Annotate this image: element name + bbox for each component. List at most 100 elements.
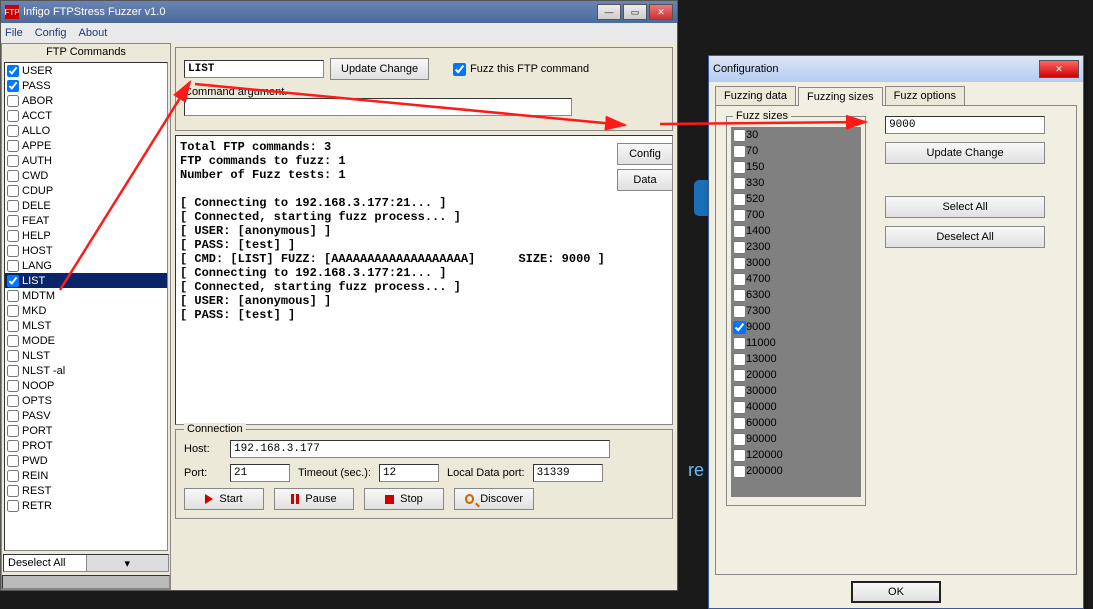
ftp-command-row[interactable]: NLST xyxy=(5,348,167,363)
tab-fuzz-options[interactable]: Fuzz options xyxy=(885,86,965,105)
ftp-command-checkbox[interactable] xyxy=(7,215,19,227)
ftp-command-checkbox[interactable] xyxy=(7,395,19,407)
minimize-button[interactable]: — xyxy=(597,4,621,20)
fuzz-size-row[interactable]: 20000 xyxy=(731,367,861,383)
ftp-command-checkbox[interactable] xyxy=(7,125,19,137)
ok-button[interactable]: OK xyxy=(851,581,941,603)
ftp-command-row[interactable]: CDUP xyxy=(5,183,167,198)
fuzz-size-checkbox[interactable] xyxy=(733,401,746,414)
ftp-command-checkbox[interactable] xyxy=(7,350,19,362)
command-argument-input[interactable] xyxy=(184,98,572,116)
ftp-command-row[interactable]: USER xyxy=(5,63,167,78)
ftp-command-checkbox[interactable] xyxy=(7,185,19,197)
ftp-command-row[interactable]: PASV xyxy=(5,408,167,423)
fuzz-size-checkbox[interactable] xyxy=(733,257,746,270)
fuzz-size-row[interactable]: 2300 xyxy=(731,239,861,255)
fuzz-size-row[interactable]: 520 xyxy=(731,191,861,207)
log-output[interactable]: Total FTP commands: 3 FTP commands to fu… xyxy=(175,135,673,425)
ftp-command-checkbox[interactable] xyxy=(7,290,19,302)
fuzz-size-row[interactable]: 30000 xyxy=(731,383,861,399)
fuzz-size-row[interactable]: 6300 xyxy=(731,287,861,303)
ftp-command-checkbox[interactable] xyxy=(7,230,19,242)
fuzz-size-checkbox[interactable] xyxy=(733,353,746,366)
ftp-command-checkbox[interactable] xyxy=(7,335,19,347)
localport-input[interactable] xyxy=(533,464,603,482)
config-button[interactable]: Config xyxy=(617,143,673,165)
ftp-command-checkbox[interactable] xyxy=(7,80,19,92)
ftp-command-row[interactable]: PROT xyxy=(5,438,167,453)
ftp-command-checkbox[interactable] xyxy=(7,140,19,152)
fuzz-command-checkbox-input[interactable] xyxy=(453,63,466,76)
ftp-command-row[interactable]: DELE xyxy=(5,198,167,213)
fuzz-size-checkbox[interactable] xyxy=(733,209,746,222)
fuzz-size-checkbox[interactable] xyxy=(733,225,746,238)
tab-fuzzing-data[interactable]: Fuzzing data xyxy=(715,86,796,105)
ftp-command-checkbox[interactable] xyxy=(7,485,19,497)
ftp-command-checkbox[interactable] xyxy=(7,320,19,332)
fuzz-sizes-list[interactable]: 3070150330520700140023003000470063007300… xyxy=(731,127,861,497)
ftp-command-checkbox[interactable] xyxy=(7,95,19,107)
ftp-command-row[interactable]: LANG xyxy=(5,258,167,273)
ftp-command-checkbox[interactable] xyxy=(7,440,19,452)
host-input[interactable] xyxy=(230,440,610,458)
fuzz-size-checkbox[interactable] xyxy=(733,417,746,430)
menu-about[interactable]: About xyxy=(79,27,108,39)
ftp-command-row[interactable]: HOST xyxy=(5,243,167,258)
command-input[interactable] xyxy=(184,60,324,78)
fuzz-size-row[interactable]: 120000 xyxy=(731,447,861,463)
fuzz-size-checkbox[interactable] xyxy=(733,273,746,286)
ftp-command-checkbox[interactable] xyxy=(7,455,19,467)
fuzz-command-checkbox[interactable]: Fuzz this FTP command xyxy=(453,63,589,76)
ftp-command-row[interactable]: REIN xyxy=(5,468,167,483)
fuzz-size-row[interactable]: 60000 xyxy=(731,415,861,431)
fuzz-size-row[interactable]: 4700 xyxy=(731,271,861,287)
config-titlebar[interactable]: Configuration ✕ xyxy=(709,56,1083,82)
ftp-commands-list[interactable]: USERPASSABORACCTALLOAPPEAUTHCWDCDUPDELEF… xyxy=(4,62,168,551)
discover-button[interactable]: Discover xyxy=(454,488,534,510)
ftp-command-row[interactable]: APPE xyxy=(5,138,167,153)
fuzz-size-checkbox[interactable] xyxy=(733,337,746,350)
fuzz-size-checkbox[interactable] xyxy=(733,289,746,302)
ftp-command-row[interactable]: FEAT xyxy=(5,213,167,228)
ftp-command-row[interactable]: ABOR xyxy=(5,93,167,108)
ftp-command-row[interactable]: CWD xyxy=(5,168,167,183)
fuzz-size-checkbox[interactable] xyxy=(733,193,746,206)
update-change-button[interactable]: Update Change xyxy=(330,58,429,80)
fuzz-size-row[interactable]: 70 xyxy=(731,143,861,159)
fuzz-size-row[interactable]: 3000 xyxy=(731,255,861,271)
fuzz-size-row[interactable]: 7300 xyxy=(731,303,861,319)
fuzz-size-row[interactable]: 90000 xyxy=(731,431,861,447)
fuzz-size-row[interactable]: 150 xyxy=(731,159,861,175)
ftp-command-row[interactable]: NOOP xyxy=(5,378,167,393)
tab-fuzzing-sizes[interactable]: Fuzzing sizes xyxy=(798,87,883,106)
fuzz-size-checkbox[interactable] xyxy=(733,369,746,382)
select-all-button[interactable]: Select All xyxy=(885,196,1045,218)
ftp-command-checkbox[interactable] xyxy=(7,470,19,482)
data-button[interactable]: Data xyxy=(617,169,673,191)
fuzz-size-checkbox[interactable] xyxy=(733,385,746,398)
stop-button[interactable]: Stop xyxy=(364,488,444,510)
ftp-command-checkbox[interactable] xyxy=(7,155,19,167)
fuzz-size-input[interactable] xyxy=(885,116,1045,134)
ftp-command-row[interactable]: MDTM xyxy=(5,288,167,303)
start-button[interactable]: Start xyxy=(184,488,264,510)
ftp-command-row[interactable]: MLST xyxy=(5,318,167,333)
fuzz-size-checkbox[interactable] xyxy=(733,161,746,174)
fuzz-size-checkbox[interactable] xyxy=(733,145,746,158)
ftp-command-checkbox[interactable] xyxy=(7,200,19,212)
fuzz-size-checkbox[interactable] xyxy=(733,177,746,190)
ftp-command-row[interactable]: ALLO xyxy=(5,123,167,138)
fuzz-size-row[interactable]: 40000 xyxy=(731,399,861,415)
ftp-command-row[interactable]: OPTS xyxy=(5,393,167,408)
ftp-command-checkbox[interactable] xyxy=(7,110,19,122)
pause-button[interactable]: Pause xyxy=(274,488,354,510)
ftp-command-checkbox[interactable] xyxy=(7,275,19,287)
fuzz-size-row[interactable]: 1400 xyxy=(731,223,861,239)
ftp-command-row[interactable]: NLST -al xyxy=(5,363,167,378)
ftp-command-row[interactable]: AUTH xyxy=(5,153,167,168)
menu-file[interactable]: File xyxy=(5,27,23,39)
menu-config[interactable]: Config xyxy=(35,27,67,39)
ftp-command-row[interactable]: RETR xyxy=(5,498,167,513)
ftp-command-row[interactable]: PORT xyxy=(5,423,167,438)
port-input[interactable] xyxy=(230,464,290,482)
